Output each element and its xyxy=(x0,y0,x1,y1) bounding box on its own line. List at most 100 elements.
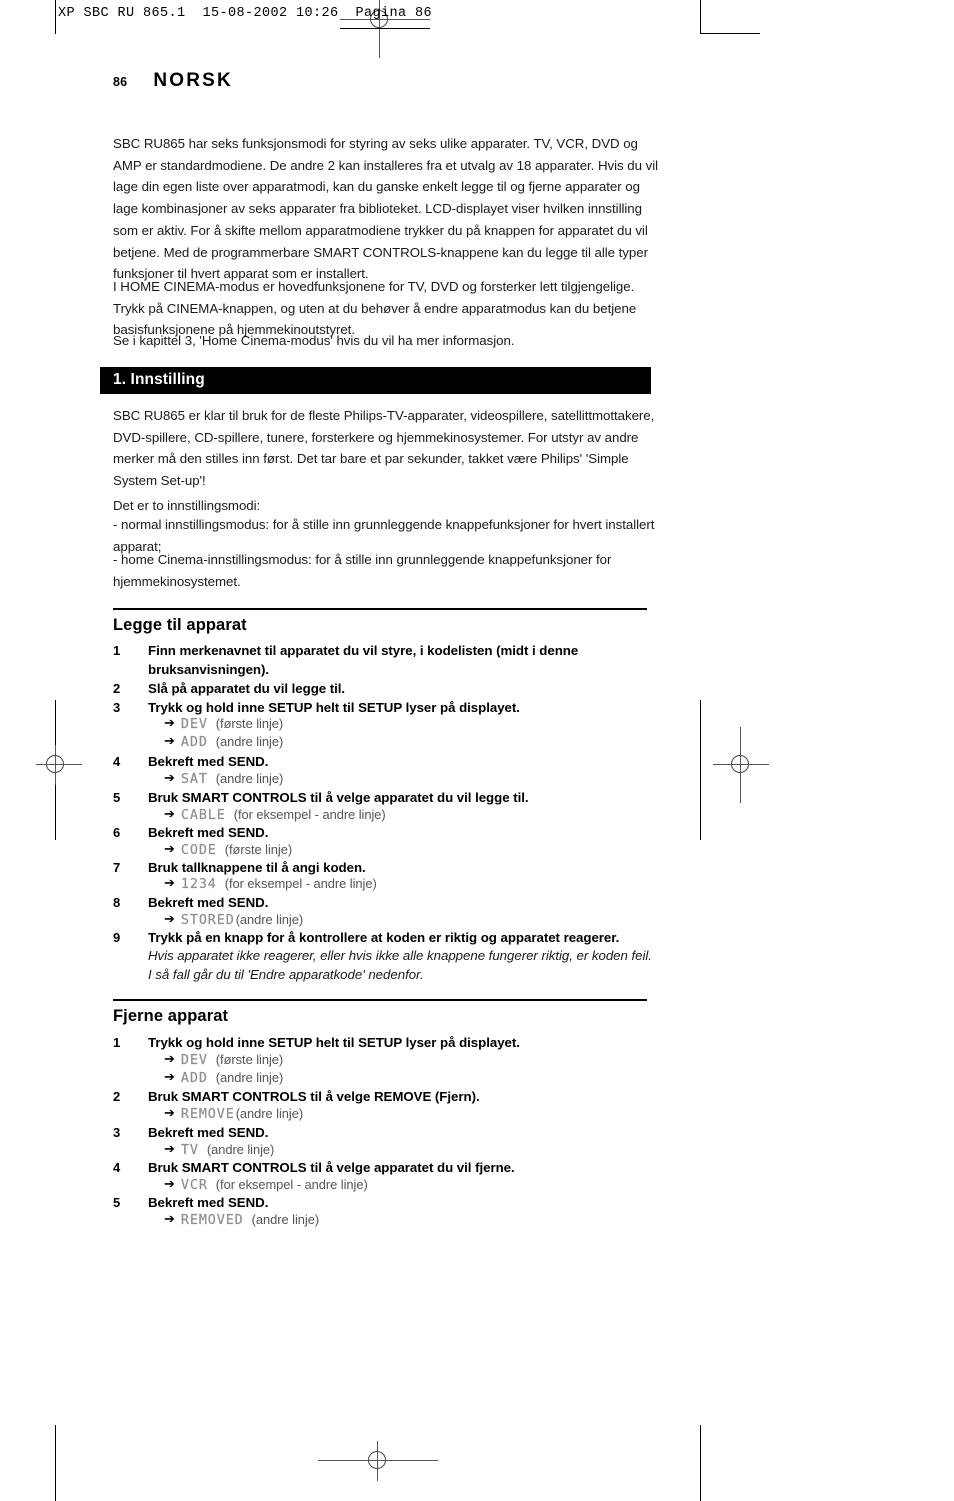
arrow-icon: ➔ xyxy=(164,1176,175,1191)
section-1-bullet-2: - home Cinema-innstillingsmodus: for å s… xyxy=(113,552,612,589)
lcd-value: REMOVE xyxy=(180,1107,235,1122)
crop-mark-top-right-vertical xyxy=(700,0,701,34)
step-number: 2 xyxy=(113,1089,121,1104)
lcd-note: (første linje) xyxy=(215,1052,284,1067)
lcd-readout-line: ➔ 1234 (for eksempel - andre linje) xyxy=(113,875,377,894)
lcd-note: (for eksempel - andre linje) xyxy=(233,807,386,822)
print-header: XP SBC RU 865.1 15-08-2002 10:26 Pagina … xyxy=(58,6,433,21)
intro-paragraph-3-container: Se i kapittel 3, 'Home Cinema-modus' hvi… xyxy=(113,330,658,352)
step-note-text: Hvis apparatet ikke reagerer, eller hvis… xyxy=(148,948,652,983)
intro-paragraph-3: Se i kapittel 3, 'Home Cinema-modus' hvi… xyxy=(113,333,515,348)
lcd-note: (for eksempel - andre linje) xyxy=(224,876,377,891)
divider-legge-til-apparat xyxy=(113,608,647,610)
arrow-icon: ➔ xyxy=(164,1105,175,1120)
step-text: Bruk SMART CONTROLS til å velge apparate… xyxy=(148,1160,515,1175)
crop-mark-top-right-rule xyxy=(700,33,760,34)
print-header-rule xyxy=(340,28,430,29)
step-number: 4 xyxy=(113,754,121,769)
arrow-icon: ➔ xyxy=(164,733,175,748)
registration-mark-left xyxy=(36,745,82,785)
crop-mark-bottom-left-vertical xyxy=(55,1425,56,1501)
step-text: Bruk SMART CONTROLS til å velge REMOVE (… xyxy=(148,1089,480,1104)
section-1-bullet-2-container: - home Cinema-innstillingsmodus: for å s… xyxy=(113,549,658,592)
step-item: 5 Bekreft med SEND. xyxy=(113,1193,658,1212)
lcd-value: REMOVED xyxy=(180,1213,244,1228)
lcd-value: ADD xyxy=(180,1071,208,1086)
crop-mark-top-left-vertical xyxy=(55,0,56,34)
step-text: Trykk og hold inne SETUP helt til SETUP … xyxy=(148,1035,520,1050)
step-number: 8 xyxy=(113,895,121,910)
lcd-value: 1234 xyxy=(180,877,217,892)
lcd-note: (første linje) xyxy=(224,842,293,857)
lcd-note: (andre linje) xyxy=(206,1142,275,1157)
lcd-readout-line: ➔ REMOVED (andre linje) xyxy=(113,1211,319,1230)
lcd-readout-line: ➔ ADD (andre linje) xyxy=(113,1069,283,1088)
step-text: Bekreft med SEND. xyxy=(148,1125,269,1140)
lcd-readout-line: ➔ DEV (første linje) xyxy=(113,1051,283,1070)
step-item: 4 Bruk SMART CONTROLS til å velge appara… xyxy=(113,1158,658,1177)
lcd-note: (andre linje) xyxy=(235,1106,304,1121)
page-number: 86 xyxy=(113,75,128,89)
step-text: Bekreft med SEND. xyxy=(148,825,269,840)
arrow-icon: ➔ xyxy=(164,875,175,890)
step-number: 4 xyxy=(113,1160,121,1175)
step-number: 2 xyxy=(113,681,121,696)
step-item: 3 Bekreft med SEND. xyxy=(113,1123,658,1142)
step-number: 1 xyxy=(113,643,121,658)
step-number: 5 xyxy=(113,790,121,805)
arrow-icon: ➔ xyxy=(164,1141,175,1156)
step-text: Bekreft med SEND. xyxy=(148,1195,269,1210)
step-text: Trykk på en knapp for å kontrollere at k… xyxy=(148,930,620,945)
lcd-note: (andre linje) xyxy=(251,1212,320,1227)
step-item: 4 Bekreft med SEND. xyxy=(113,752,658,771)
step-number: 9 xyxy=(113,930,121,945)
step-text: Bruk SMART CONTROLS til å velge apparate… xyxy=(148,790,529,805)
step-item: 5 Bruk SMART CONTROLS til å velge appara… xyxy=(113,788,658,807)
lcd-readout-line: ➔ REMOVE (andre linje) xyxy=(113,1105,303,1124)
arrow-icon: ➔ xyxy=(164,715,175,730)
lcd-note: (andre linje) xyxy=(215,771,284,786)
step-item: 6 Bekreft med SEND. xyxy=(113,823,658,842)
arrow-icon: ➔ xyxy=(164,841,175,856)
arrow-icon: ➔ xyxy=(164,1069,175,1084)
registration-mark-bottom xyxy=(318,1441,438,1481)
step-number: 6 xyxy=(113,825,121,840)
lcd-readout-line: ➔ DEV (første linje) xyxy=(113,715,283,734)
lcd-note: (for eksempel - andre linje) xyxy=(215,1177,368,1192)
page-title: NORSK xyxy=(153,70,233,91)
lcd-value: DEV xyxy=(180,717,208,732)
section-header-label: 1. Innstilling xyxy=(113,371,205,388)
arrow-icon: ➔ xyxy=(164,911,175,926)
step-text: Bekreft med SEND. xyxy=(148,754,269,769)
step-text: Slå på apparatet du vil legge til. xyxy=(148,681,346,696)
step-item: 1 Finn merkenavnet til apparatet du vil … xyxy=(113,641,658,680)
step-item: 2 Bruk SMART CONTROLS til å velge REMOVE… xyxy=(113,1087,658,1106)
lcd-note: (andre linje) xyxy=(235,912,304,927)
intro-paragraph-1-container: SBC RU865 har seks funksjonsmodi for sty… xyxy=(113,133,658,285)
lcd-note: (andre linje) xyxy=(215,1070,284,1085)
arrow-icon: ➔ xyxy=(164,770,175,785)
step-number: 5 xyxy=(113,1195,121,1210)
lcd-note: (andre linje) xyxy=(215,734,284,749)
heading-fjerne-apparat: Fjerne apparat xyxy=(113,1007,229,1025)
section-1-paragraph-1: SBC RU865 er klar til bruk for de fleste… xyxy=(113,408,655,489)
step-text: Bekreft med SEND. xyxy=(148,895,269,910)
step-text: Finn merkenavnet til apparatet du vil st… xyxy=(148,643,579,678)
lcd-value: SAT xyxy=(180,772,208,787)
lcd-readout-line: ➔ ADD (andre linje) xyxy=(113,733,283,752)
section-1-paragraph-1-container: SBC RU865 er klar til bruk for de fleste… xyxy=(113,405,658,492)
step-note: Hvis apparatet ikke reagerer, eller hvis… xyxy=(113,946,658,985)
lcd-readout-line: ➔ SAT (andre linje) xyxy=(113,770,283,789)
page-title-row: 86 NORSK xyxy=(113,70,233,92)
intro-paragraph-1: SBC RU865 har seks funksjonsmodi for sty… xyxy=(113,136,659,282)
step-item: 8 Bekreft med SEND. xyxy=(113,893,658,912)
divider-fjerne-apparat xyxy=(113,999,647,1001)
section-header-bar: 1. Innstilling xyxy=(100,367,651,394)
lcd-note: (første linje) xyxy=(215,716,284,731)
lcd-value: DEV xyxy=(180,1053,208,1068)
lcd-value: ADD xyxy=(180,735,208,750)
registration-mark-right xyxy=(713,727,769,803)
step-item: 2 Slå på apparatet du vil legge til. xyxy=(113,679,658,698)
heading-legge-til-apparat: Legge til apparat xyxy=(113,616,247,634)
arrow-icon: ➔ xyxy=(164,1211,175,1226)
